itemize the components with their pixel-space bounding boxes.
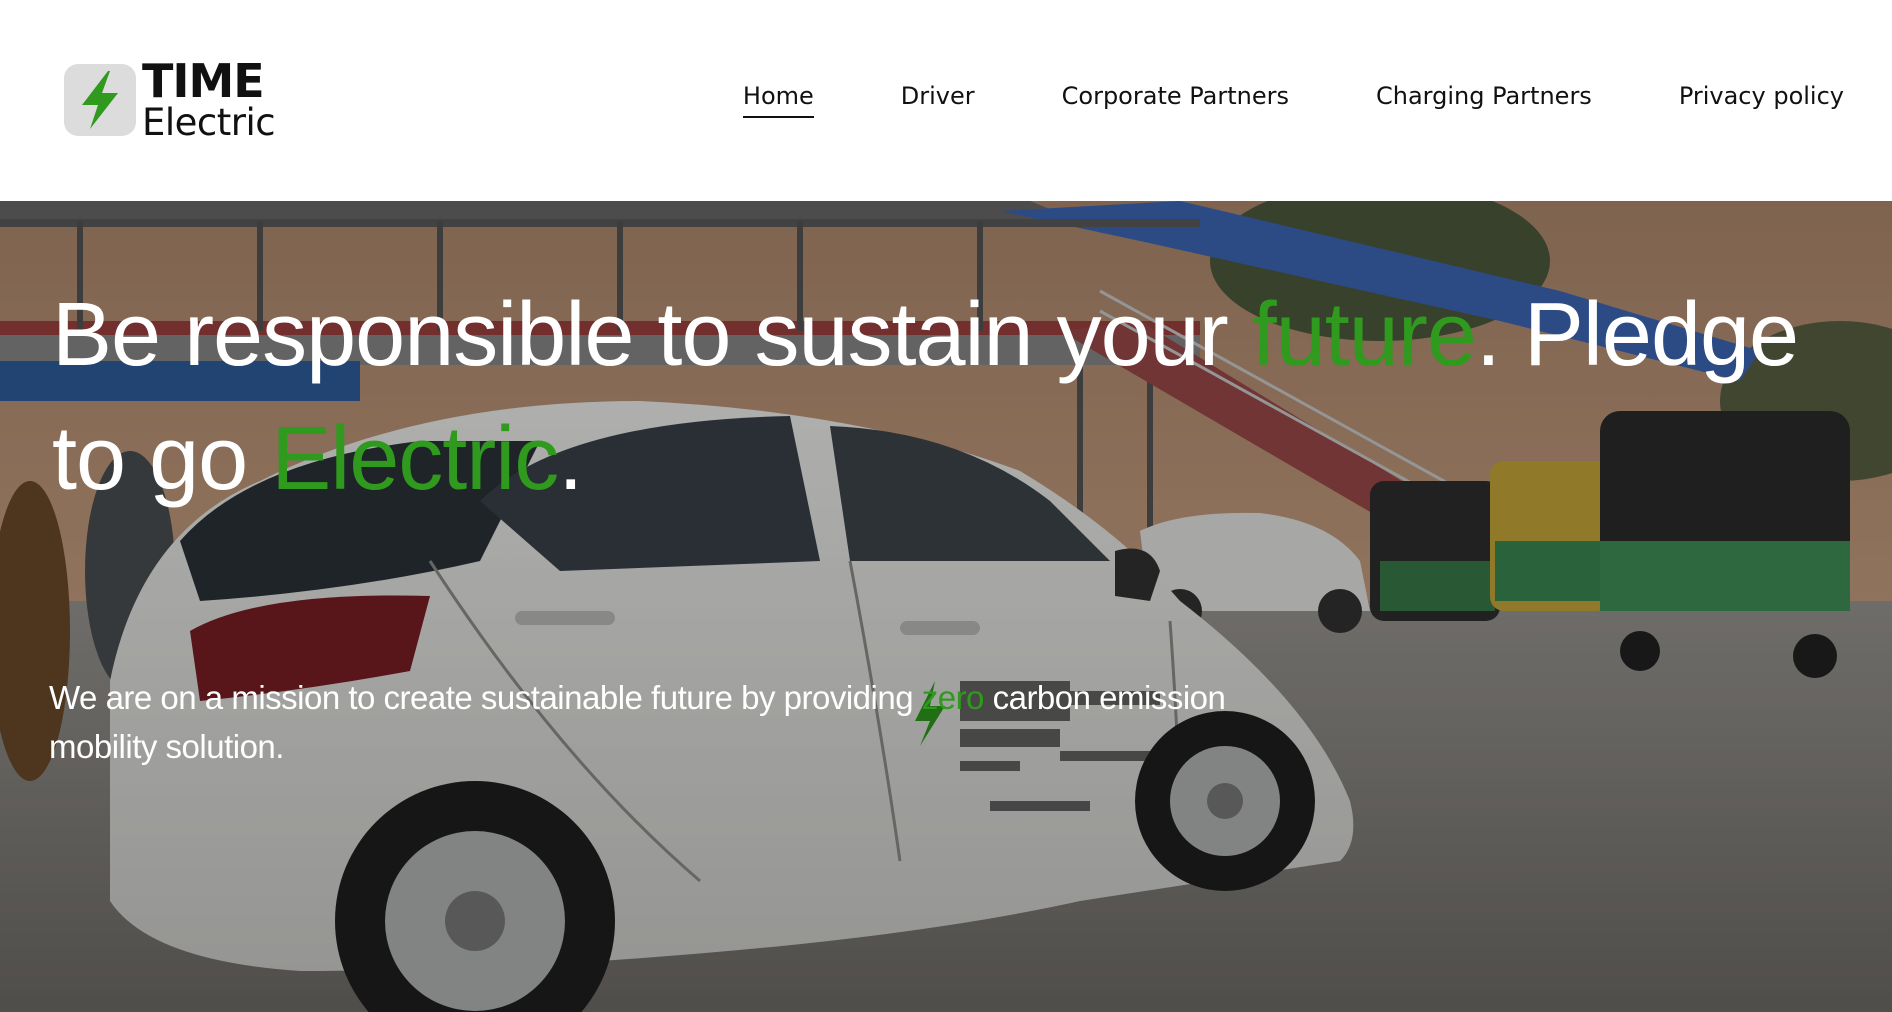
headline-text-3: . bbox=[558, 409, 583, 509]
site-header: TIME Electric Home Driver Corporate Part… bbox=[0, 0, 1892, 201]
nav-corporate-partners[interactable]: Corporate Partners bbox=[1062, 82, 1289, 118]
nav-charging-partners[interactable]: Charging Partners bbox=[1376, 82, 1592, 118]
logo-badge bbox=[64, 63, 136, 136]
hero-mission-text: We are on a mission to create sustainabl… bbox=[49, 673, 1229, 771]
mission-highlight-zero: zero bbox=[921, 679, 985, 716]
site-logo[interactable]: TIME Electric bbox=[64, 54, 276, 144]
headline-highlight-future: future bbox=[1251, 285, 1477, 385]
hero-headline: Be responsible to sustain your future. P… bbox=[52, 273, 1882, 521]
headline-text-1: Be responsible to sustain your bbox=[52, 285, 1252, 385]
nav-privacy-policy[interactable]: Privacy policy bbox=[1679, 82, 1844, 118]
logo-title: TIME bbox=[142, 54, 265, 108]
nav-driver[interactable]: Driver bbox=[901, 82, 975, 118]
headline-highlight-electric: Electric bbox=[271, 409, 559, 509]
logo-subtitle: Electric bbox=[142, 101, 276, 144]
mission-text-1: We are on a mission to create sustainabl… bbox=[49, 679, 922, 716]
lightning-bolt-icon bbox=[82, 70, 118, 129]
hero-section: Be responsible to sustain your future. P… bbox=[0, 201, 1892, 1012]
nav-home[interactable]: Home bbox=[742, 82, 814, 118]
logo-wordmark: TIME Electric bbox=[142, 54, 276, 144]
main-nav: Home Driver Corporate Partners Charging … bbox=[656, 82, 1844, 118]
